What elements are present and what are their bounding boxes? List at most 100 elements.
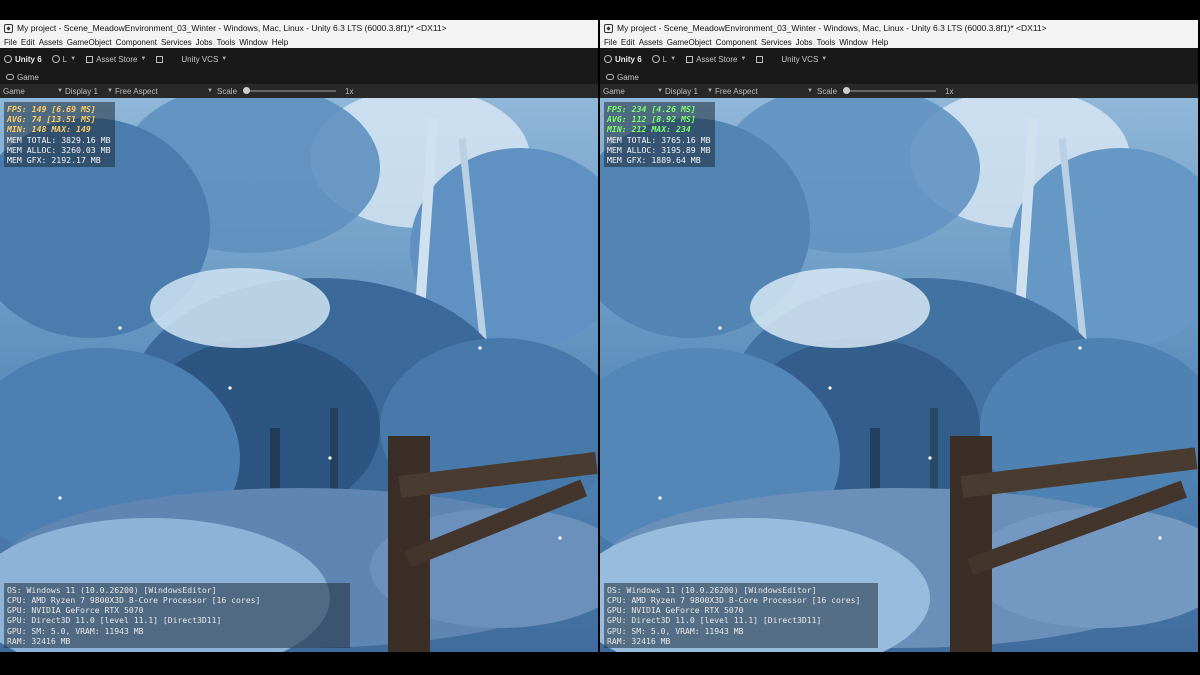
display-label: Display 1	[65, 86, 98, 96]
menu-jobs[interactable]: Jobs	[796, 38, 817, 47]
main-toolbar: Unity 6 L ▼ Asset Store ▼ Unity VCS ▼	[0, 48, 598, 70]
view-mode-dropdown[interactable]: Game ▼	[3, 87, 63, 96]
menu-edit[interactable]: Edit	[621, 38, 639, 47]
tab-game[interactable]: Game	[17, 73, 39, 82]
avg-readout: AVG: 112 [8.92 MS]	[607, 114, 696, 125]
winter-meadow-scene	[0, 98, 598, 652]
display-dropdown[interactable]: Display 1 ▼	[65, 87, 113, 96]
cpu-info: CPU: AMD Ryzen 7 9800X3D 8-Core Processo…	[7, 594, 261, 605]
account-dropdown[interactable]: L ▼	[51, 54, 76, 64]
scale-slider-handle[interactable]	[843, 87, 851, 94]
gpu-name-info: GPU: NVIDIA GeForce RTX 5070	[7, 605, 144, 616]
vcs-dropdown[interactable]: Unity VCS ▼	[781, 55, 827, 64]
game-viewport[interactable]: FPS: 234 [4.26 MS] AVG: 112 [8.92 MS] MI…	[600, 98, 1198, 652]
window-title: My project - Scene_MeadowEnvironment_03_…	[617, 23, 1047, 33]
title-bar: My project - Scene_MeadowEnvironment_03_…	[0, 20, 598, 36]
unity-cube-icon	[604, 55, 612, 63]
menu-gameobject[interactable]: GameObject	[67, 38, 116, 47]
account-dropdown[interactable]: L ▼	[651, 55, 676, 64]
gpu-name-info: GPU: NVIDIA GeForce RTX 5070	[607, 605, 744, 616]
asset-store-dropdown[interactable]: Asset Store ▼	[86, 55, 146, 64]
gpu-sm-info: GPU: SM: 5.0, VRAM: 11943 MB	[7, 625, 144, 636]
menu-assets[interactable]: Assets	[39, 38, 67, 47]
menu-edit[interactable]: Edit	[21, 38, 39, 47]
scale-label: Scale	[217, 86, 238, 96]
mem-total-readout: MEM TOTAL: 3829.16 MB	[7, 134, 111, 145]
vcs-label: Unity VCS	[181, 54, 219, 64]
vcs-label: Unity VCS	[781, 54, 819, 64]
chevron-down-icon: ▼	[657, 88, 663, 94]
minmax-readout: MIN: 212 MAX: 234	[607, 124, 691, 135]
asset-store-dropdown[interactable]: Asset Store ▼	[686, 55, 746, 64]
menu-services[interactable]: Services	[161, 38, 196, 47]
menu-assets[interactable]: Assets	[639, 38, 667, 47]
game-viewport[interactable]: FPS: 149 [6.69 MS] AVG: 74 [13.51 MS] MI…	[0, 98, 598, 652]
menu-component[interactable]: Component	[716, 38, 761, 47]
menu-bar: File Edit Assets GameObject Component Se…	[0, 36, 598, 48]
gamepad-icon	[6, 74, 14, 80]
letterbox-top	[0, 0, 1200, 20]
menu-services[interactable]: Services	[761, 38, 796, 47]
main-toolbar: Unity 6 L ▼ Asset Store ▼ Unity VCS ▼	[600, 48, 1198, 70]
editor-window-left: My project - Scene_MeadowEnvironment_03_…	[0, 20, 598, 652]
view-mode-dropdown[interactable]: Game ▼	[603, 87, 663, 96]
scale-slider[interactable]	[243, 87, 337, 94]
menu-window[interactable]: Window	[839, 38, 871, 47]
menu-tools[interactable]: Tools	[217, 38, 240, 47]
chevron-down-icon: ▼	[707, 88, 713, 94]
menu-jobs[interactable]: Jobs	[196, 38, 217, 47]
scale-label: Scale	[817, 86, 838, 96]
account-label: L	[62, 54, 68, 64]
chevron-down-icon: ▼	[207, 88, 213, 94]
mem-alloc-readout: MEM ALLOC: 3195.89 MB	[607, 144, 711, 155]
unity-account-button[interactable]: Unity 6	[4, 55, 42, 64]
menu-tools[interactable]: Tools	[817, 38, 840, 47]
unity-logo-icon	[4, 23, 13, 33]
asset-store-label: Asset Store	[696, 54, 738, 64]
os-info: OS: Windows 11 (10.0.26200) [WindowsEdit…	[607, 584, 817, 595]
scale-value: 1x	[945, 86, 954, 96]
minmax-readout: MIN: 148 MAX: 149	[7, 124, 91, 135]
gpu-api-info: GPU: Direct3D 11.0 [level 11.1] [Direct3…	[7, 615, 222, 626]
mem-total-readout: MEM TOTAL: 3765.16 MB	[607, 134, 711, 145]
unity-cube-icon	[4, 55, 12, 63]
account-icon	[51, 55, 60, 63]
menu-gameobject[interactable]: GameObject	[667, 38, 716, 47]
display-label: Display 1	[665, 86, 698, 96]
winter-meadow-scene	[600, 98, 1198, 652]
system-info-overlay: OS: Windows 11 (10.0.26200) [WindowsEdit…	[604, 582, 878, 648]
gpu-api-info: GPU: Direct3D 11.0 [level 11.1] [Direct3…	[607, 615, 822, 626]
menu-window[interactable]: Window	[239, 38, 271, 47]
menu-file[interactable]: File	[4, 38, 21, 47]
fps-stats-overlay: FPS: 149 [6.69 MS] AVG: 74 [13.51 MS] MI…	[4, 102, 115, 168]
unity-account-button[interactable]: Unity 6	[604, 55, 642, 64]
chevron-down-icon: ▼	[821, 56, 828, 62]
package-button[interactable]	[156, 55, 164, 63]
menu-help[interactable]: Help	[872, 38, 892, 47]
aspect-dropdown[interactable]: Free Aspect ▼	[715, 87, 813, 96]
menu-help[interactable]: Help	[272, 38, 292, 47]
letterbox-bottom	[0, 652, 1200, 675]
aspect-label: Free Aspect	[115, 86, 158, 96]
package-button[interactable]	[756, 55, 764, 63]
fps-stats-overlay: FPS: 234 [4.26 MS] AVG: 112 [8.92 MS] MI…	[604, 102, 715, 168]
game-view-toolbar: Game ▼ Display 1 ▼ Free Aspect ▼ Scale 1…	[0, 84, 598, 99]
package-icon	[156, 55, 164, 63]
tab-game[interactable]: Game	[617, 73, 639, 82]
title-bar: My project - Scene_MeadowEnvironment_03_…	[600, 20, 1198, 36]
fps-readout: FPS: 234 [4.26 MS]	[607, 104, 696, 114]
menu-file[interactable]: File	[604, 38, 621, 47]
scale-slider[interactable]	[843, 87, 937, 94]
aspect-dropdown[interactable]: Free Aspect ▼	[115, 87, 213, 96]
scale-slider-handle[interactable]	[243, 87, 251, 94]
asset-store-label: Asset Store	[96, 54, 138, 64]
scale-control: Scale 1x	[217, 87, 353, 96]
unity-logo-icon	[604, 23, 613, 33]
store-bag-icon	[686, 55, 694, 63]
menu-component[interactable]: Component	[116, 38, 161, 47]
vcs-dropdown[interactable]: Unity VCS ▼	[181, 55, 227, 64]
package-icon	[756, 55, 764, 63]
display-dropdown[interactable]: Display 1 ▼	[665, 87, 713, 96]
os-info: OS: Windows 11 (10.0.26200) [WindowsEdit…	[7, 584, 217, 595]
unity-version-label: Unity 6	[615, 54, 642, 64]
